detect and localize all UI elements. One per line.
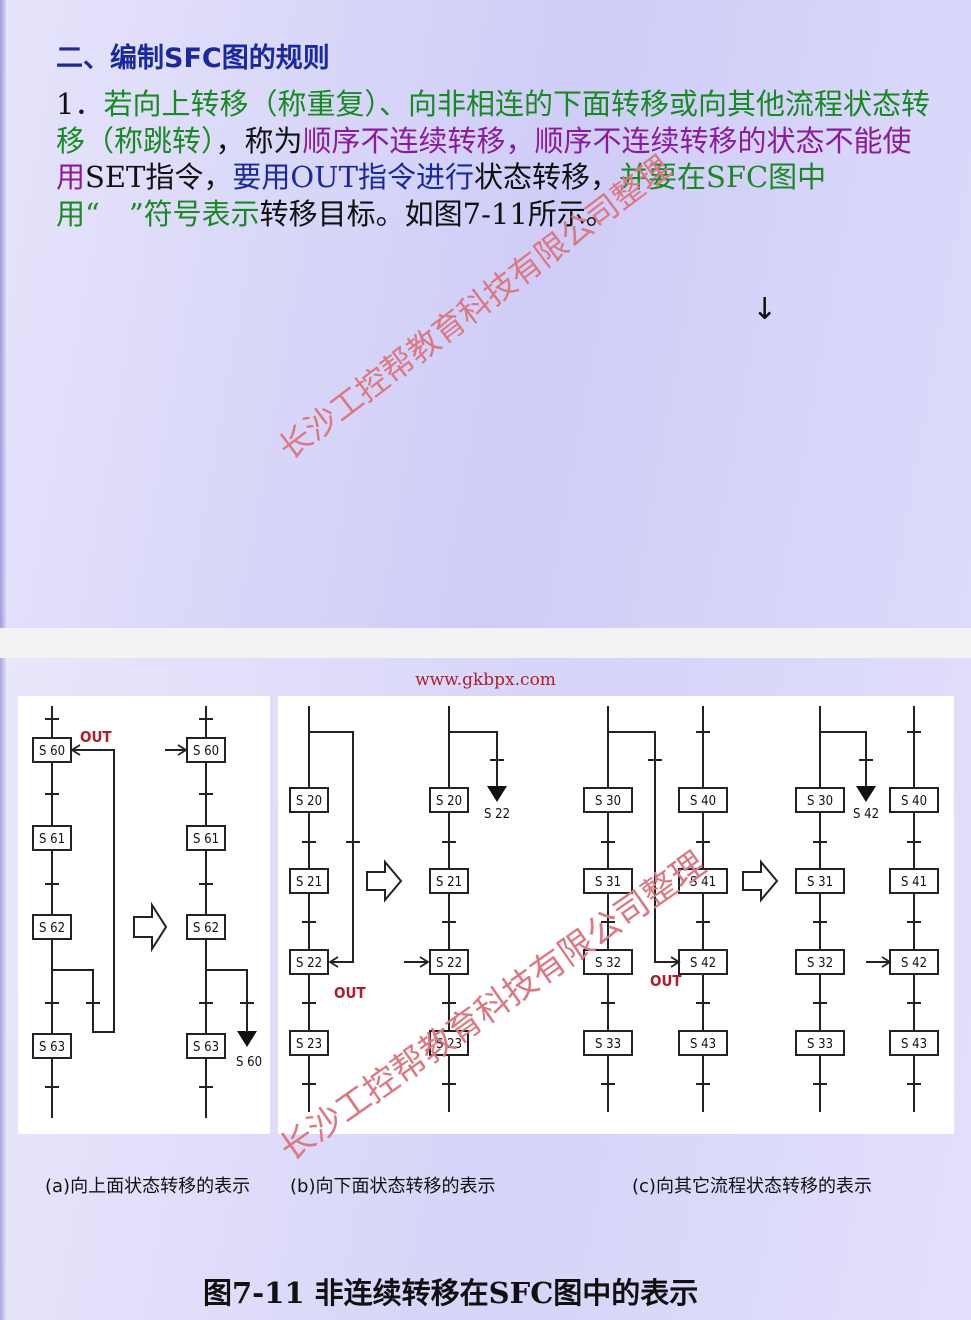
- jump-target-label: S 22: [484, 807, 510, 822]
- step-label: S 22: [296, 956, 322, 971]
- caption-c: (c)向其它流程状态转移的表示: [632, 1176, 872, 1197]
- sfc-diagrams: S 60S 61S 62S 63OUTS 60S 61S 62S 63S 60 …: [18, 696, 954, 1134]
- step-label: S 60: [193, 744, 219, 759]
- down-arrow-icon: ↓: [752, 292, 778, 327]
- step-label: S 40: [901, 794, 927, 809]
- step-label: S 33: [807, 1037, 833, 1052]
- step-label: S 31: [807, 875, 833, 890]
- step-label: S 40: [690, 794, 716, 809]
- step-label: S 62: [193, 921, 219, 936]
- out-label: OUT: [80, 728, 112, 746]
- step-label: S 20: [436, 794, 462, 809]
- step-label: S 60: [39, 744, 65, 759]
- step-label: S 33: [595, 1037, 621, 1052]
- step-label: S 63: [193, 1040, 219, 1055]
- step-label: S 42: [690, 956, 716, 971]
- jump-target-label: S 60: [236, 1055, 262, 1070]
- step-label: S 32: [807, 956, 833, 971]
- step-label: S 41: [901, 875, 927, 890]
- step-label: S 61: [193, 832, 219, 847]
- caption-a: (a)向上面状态转移的表示: [45, 1176, 251, 1197]
- step-label: S 62: [39, 921, 65, 936]
- paragraph-run: 1．: [56, 87, 104, 121]
- out-label: OUT: [650, 972, 682, 990]
- step-label: S 21: [296, 875, 322, 890]
- website-url: www.gkbpx.com: [415, 670, 556, 690]
- step-label: S 61: [39, 832, 65, 847]
- section-heading: 二、编制SFC图的规则: [56, 43, 330, 74]
- step-label: S 21: [436, 875, 462, 890]
- step-label: S 43: [690, 1037, 716, 1052]
- step-label: S 32: [595, 956, 621, 971]
- out-label: OUT: [334, 984, 366, 1002]
- paragraph-run: ，称为: [215, 123, 303, 158]
- slide-gap: [0, 628, 971, 658]
- step-label: S 63: [39, 1040, 65, 1055]
- step-label: S 20: [296, 794, 322, 809]
- jump-target-label: S 42: [853, 807, 879, 822]
- figure-title: 图7-11 非连续转移在SFC图中的表示: [203, 1276, 699, 1310]
- step-label: S 23: [296, 1037, 322, 1052]
- paragraph-run: SET指令，: [85, 160, 233, 194]
- rule-paragraph: 1．若向上转移（称重复）、向非相连的下面转移或向其他流程状态转移（称跳转），称为…: [56, 86, 936, 232]
- slide-edge: [0, 0, 6, 628]
- step-label: S 22: [436, 956, 462, 971]
- step-label: S 42: [901, 956, 927, 971]
- caption-b: (b)向下面状态转移的表示: [290, 1176, 496, 1197]
- paragraph-run: 要用OUT指令进行: [232, 160, 474, 194]
- step-label: S 30: [807, 794, 833, 809]
- step-label: S 43: [901, 1037, 927, 1052]
- step-label: S 30: [595, 794, 621, 809]
